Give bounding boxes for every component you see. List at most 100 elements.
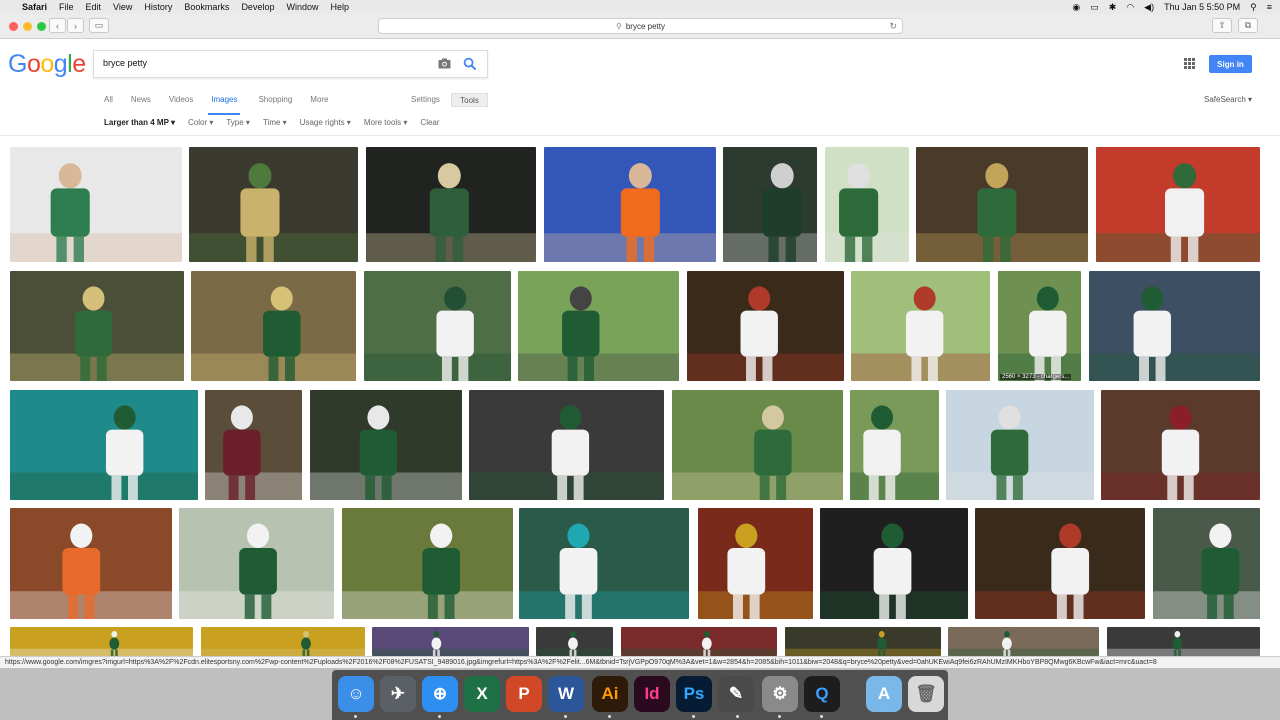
tab-news[interactable]: News [131,95,151,115]
filter-more-tools[interactable]: More tools ▾ [364,118,408,130]
image-result[interactable] [723,147,817,262]
tab-all[interactable]: All [104,95,113,115]
image-result[interactable] [10,390,198,500]
filter-usage-rights[interactable]: Usage rights ▾ [300,118,351,130]
forward-button[interactable]: › [67,18,84,33]
image-result[interactable] [191,271,356,381]
indesign-icon[interactable]: Id [634,676,670,712]
tab-videos[interactable]: Videos [169,95,193,115]
image-result[interactable] [948,627,1099,656]
google-logo[interactable]: Google [8,50,86,79]
image-result[interactable] [205,390,302,500]
image-result[interactable] [364,271,511,381]
excel-icon[interactable]: X [464,676,500,712]
wifi-icon[interactable]: ◠ [1126,2,1134,13]
sidebar-button[interactable]: ▭ [89,18,109,33]
image-result[interactable] [1089,271,1260,381]
image-result[interactable] [518,271,679,381]
search-input[interactable] [103,58,423,68]
spotlight-icon[interactable]: ⚲ [1250,2,1257,13]
volume-icon[interactable]: ◀) [1144,2,1154,13]
address-bar[interactable]: ⚲ bryce petty ↻ [378,18,903,34]
image-result[interactable] [342,508,513,619]
menu-history[interactable]: History [144,2,172,12]
trash-icon[interactable]: 🗑 [908,676,944,712]
filter-type[interactable]: Type ▾ [226,118,250,130]
notification-center-icon[interactable]: ≡ [1267,2,1272,12]
photoshop-icon[interactable]: Ps [676,676,712,712]
reload-icon[interactable]: ↻ [889,21,897,32]
image-result[interactable] [201,627,365,656]
menu-develop[interactable]: Develop [241,2,274,12]
menu-window[interactable]: Window [286,2,318,12]
image-result[interactable] [785,627,941,656]
image-result[interactable] [687,271,844,381]
sign-in-button[interactable]: Sign in [1209,55,1252,73]
powerpoint-icon[interactable]: P [506,676,542,712]
safesearch-menu[interactable]: SafeSearch ▾ [1204,95,1252,104]
zoom-window-icon[interactable] [37,22,46,31]
image-result[interactable] [536,627,613,656]
settings-link[interactable]: Settings [411,95,440,104]
camera-icon[interactable] [438,58,451,69]
image-result[interactable] [1153,508,1260,619]
image-result[interactable] [1107,627,1260,656]
image-result[interactable] [975,508,1145,619]
image-result[interactable] [820,508,968,619]
image-result[interactable] [469,390,664,500]
image-result[interactable] [851,271,990,381]
menu-safari[interactable]: Safari [22,2,47,12]
image-result[interactable] [1101,390,1260,500]
image-result[interactable]: 2560 × 3273 - chargers... [998,271,1081,381]
share-button[interactable]: ⇧ [1212,18,1232,33]
safari-icon[interactable]: ⊕ [422,676,458,712]
quicktime-icon[interactable]: Q [804,676,840,712]
tabs-overview-button[interactable]: ⧉ [1238,18,1258,33]
tab-shopping[interactable]: Shopping [258,95,292,115]
back-button[interactable]: ‹ [49,18,66,33]
tab-more[interactable]: More [310,95,328,115]
menu-file[interactable]: File [59,2,74,12]
pen-tool-icon[interactable]: ✎ [718,676,754,712]
image-result[interactable] [825,147,909,262]
system-preferences-icon[interactable]: ⚙ [762,676,798,712]
menu-bookmarks[interactable]: Bookmarks [184,2,229,12]
image-result[interactable] [10,271,184,381]
apps-grid-icon[interactable] [1184,58,1195,69]
image-result[interactable] [310,390,462,500]
datetime[interactable]: Thu Jan 5 5:50 PM [1164,2,1240,12]
image-result[interactable] [179,508,334,619]
image-result[interactable] [916,147,1088,262]
image-result[interactable] [189,147,358,262]
image-result[interactable] [672,390,843,500]
tools-button[interactable]: Tools [451,93,488,107]
record-icon[interactable]: ◉ [1072,2,1080,13]
image-result[interactable] [850,390,939,500]
filter-size[interactable]: Larger than 4 MP ▾ [104,118,175,130]
image-result[interactable] [10,627,193,656]
menu-view[interactable]: View [113,2,132,12]
filter-clear[interactable]: Clear [420,118,439,130]
word-icon[interactable]: W [548,676,584,712]
minimize-window-icon[interactable] [23,22,32,31]
image-result[interactable] [946,390,1094,500]
close-window-icon[interactable] [9,22,18,31]
launchpad-icon[interactable]: ✈ [380,676,416,712]
search-icon[interactable] [463,57,477,71]
illustrator-icon[interactable]: Ai [592,676,628,712]
airplay-icon[interactable]: ▭ [1090,2,1099,13]
image-result[interactable] [544,147,716,262]
bluetooth-icon[interactable]: ✱ [1109,2,1117,13]
image-result[interactable] [698,508,813,619]
image-result[interactable] [621,627,777,656]
menu-edit[interactable]: Edit [86,2,102,12]
image-result[interactable] [10,147,182,262]
image-result[interactable] [1096,147,1260,262]
image-result[interactable] [10,508,172,619]
filter-time[interactable]: Time ▾ [263,118,287,130]
tab-images[interactable]: Images [208,95,241,115]
menu-help[interactable]: Help [330,2,349,12]
image-result[interactable] [372,627,529,656]
image-result[interactable] [366,147,536,262]
finder-icon[interactable]: ☺ [338,676,374,712]
